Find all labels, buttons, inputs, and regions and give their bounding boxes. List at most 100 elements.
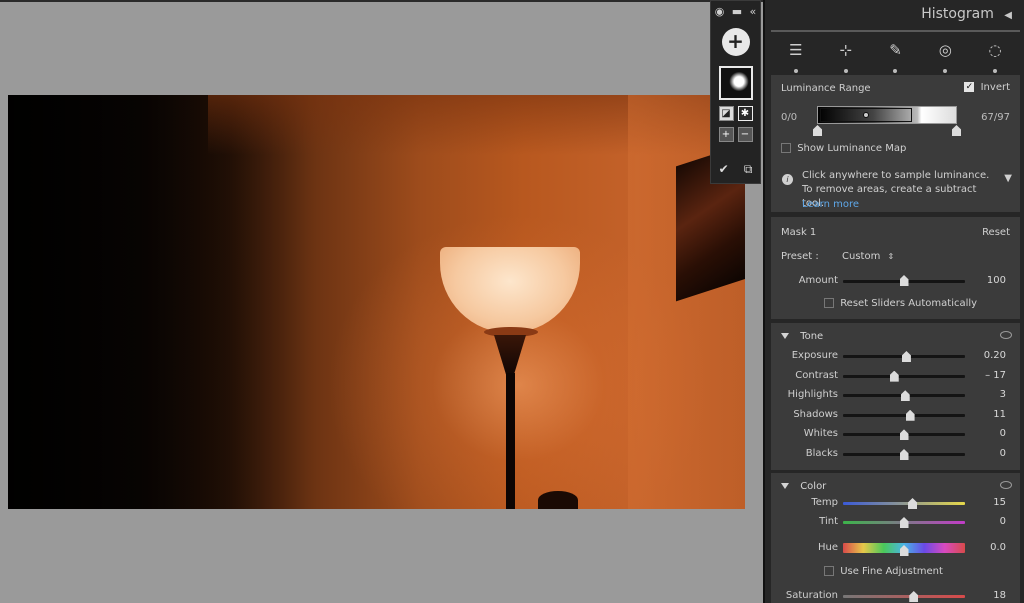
tint-label: Tint [819,516,838,527]
mask-name: Mask 1 [781,227,817,238]
luminance-center-handle[interactable] [863,112,869,118]
crop-icon[interactable]: ⊹ [834,41,858,73]
contrast-label: Contrast [795,369,838,381]
add-mask-button[interactable]: + [721,28,750,56]
show-luminance-map-toggle[interactable]: Show Luminance Map [781,143,906,154]
overlay-toggle-icon[interactable]: ⧉ [744,162,753,177]
shadows-slider[interactable] [843,413,965,417]
contrast-slider-thumb[interactable] [889,370,899,382]
saturation-slider[interactable] [843,595,965,598]
info-icon: i [782,174,793,185]
range-left-handle[interactable] [813,125,822,136]
fine-adjust-toggle[interactable]: Use Fine Adjustment [824,566,943,577]
triangle-left-icon[interactable]: ◀ [1004,10,1012,21]
temp-value[interactable]: 15 [993,497,1006,508]
contrast-value[interactable]: – 17 [985,370,1006,381]
whites-label: Whites [803,428,838,440]
reset-sliders-toggle[interactable]: Reset Sliders Automatically [824,298,977,309]
invert-toggle[interactable]: ✓ Invert [964,82,1010,93]
color-title: Color [800,481,827,492]
masks-panel-header: ◉ ▬ « [711,1,760,21]
histogram-header[interactable]: Histogram ◀ [921,6,1012,22]
add-component-button[interactable]: + [718,127,734,142]
reset-sliders-checkbox[interactable] [824,298,834,308]
photo-lamp-pole [506,373,515,509]
edit-sliders-icon[interactable]: ☰ [784,41,808,73]
contrast-slider[interactable] [843,374,965,378]
fine-adjust-checkbox[interactable] [824,566,834,576]
tone-section: Tone Exposure 0.20 Contrast – 17 Highlights 3… [771,323,1020,470]
develop-right-panel: Histogram ◀ ☰ ⊹ ✎ ◎ ◌ Luminance Range ✓ … [763,0,1024,603]
whites-slider-thumb[interactable] [899,429,909,441]
shadows-value[interactable]: 11 [993,409,1006,420]
tint-value[interactable]: 0 [1000,516,1006,527]
checkmark-icon[interactable]: ✔ [719,162,729,177]
preset-dropdown[interactable]: Custom ⇕ [842,251,894,262]
eye-icon[interactable]: ◉ [715,5,725,18]
highlights-value[interactable]: 3 [1000,389,1006,400]
mask-add-subtract-row: + − [711,127,760,142]
blacks-value[interactable]: 0 [1000,448,1006,459]
show-luminance-map-checkbox[interactable] [781,143,791,153]
shadows-slider-thumb[interactable] [905,409,915,421]
disclosure-triangle-icon[interactable] [781,333,789,339]
shadows-label: Shadows [793,408,838,420]
photo-floor-object [538,491,578,509]
minimize-icon[interactable]: ▬ [732,5,742,18]
saturation-slider-thumb[interactable] [909,591,919,602]
mask-reset-button[interactable]: Reset [982,227,1010,238]
dismiss-triangle-icon[interactable]: ▼ [1004,173,1012,184]
tone-header[interactable]: Tone [781,331,823,342]
preset-value: Custom [842,251,881,262]
mask-thumbnail[interactable] [718,66,753,100]
photo-preview[interactable] [8,95,745,509]
photo-lamp-shade [440,247,580,333]
exposure-label: Exposure [791,350,838,361]
tint-slider-thumb[interactable] [899,517,909,528]
learn-more-link[interactable]: Learn more [802,199,859,210]
preset-label: Preset : [781,251,819,262]
temp-slider[interactable] [843,502,965,505]
tone-eye-icon[interactable] [1000,331,1012,339]
redeye-icon[interactable]: ◎ [933,41,957,73]
blacks-slider-thumb[interactable] [899,449,909,460]
mask-settings-section: Mask 1 Reset Preset : Custom ⇕ Amount 10… [771,217,1020,319]
temp-label: Temp [811,497,838,508]
disclosure-triangle-icon[interactable] [781,483,789,489]
brush-component-icon[interactable]: ✱ [737,106,753,121]
amount-label: Amount [798,275,838,286]
reset-sliders-label: Reset Sliders Automatically [840,298,978,309]
histogram-title: Histogram [921,6,994,22]
whites-value[interactable]: 0 [1000,428,1006,439]
range-right-value: 67/97 [981,112,1010,123]
saturation-value[interactable]: 18 [993,590,1006,601]
color-section: Color Temp 15 Tint 0 Hue 0.0 Saturation 18 Use … [771,473,1020,603]
invert-checkbox[interactable]: ✓ [964,82,975,92]
temp-slider-thumb[interactable] [908,498,918,509]
highlights-label: Highlights [787,389,838,401]
exposure-slider-thumb[interactable] [901,351,911,362]
collapse-double-chevron-icon[interactable]: « [750,5,757,18]
healing-icon[interactable]: ✎ [883,41,907,73]
color-header[interactable]: Color [781,481,826,492]
blacks-label: Blacks [805,448,838,459]
masks-panel-footer: ✔ ⧉ [711,162,760,177]
luminance-component-icon[interactable]: ◪ [718,106,734,121]
amount-slider-thumb[interactable] [899,275,909,286]
photo-shadow-region [8,95,308,509]
luminance-range-section: Luminance Range ✓ Invert 0/0 67/97 Show … [771,75,1020,212]
chevron-updown-icon: ⇕ [887,252,895,261]
subtract-component-button[interactable]: − [737,127,753,142]
lightroom-app: ◉ ▬ « + ◪ ✱ + − ✔ ⧉ Histogram ◀ ☰ ⊹ ✎ ◎ [0,0,1024,603]
luminance-range-bar[interactable] [817,106,957,124]
amount-value[interactable]: 100 [987,275,1006,286]
exposure-value[interactable]: 0.20 [984,350,1006,361]
masking-icon[interactable]: ◌ [983,41,1007,73]
hue-value[interactable]: 0.0 [990,542,1006,553]
range-right-handle[interactable] [952,125,961,136]
tone-title: Tone [800,331,824,342]
color-eye-icon[interactable] [1000,481,1012,489]
highlights-slider-thumb[interactable] [900,390,910,402]
image-canvas[interactable] [0,0,763,603]
tool-strip: ☰ ⊹ ✎ ◎ ◌ [771,38,1020,74]
